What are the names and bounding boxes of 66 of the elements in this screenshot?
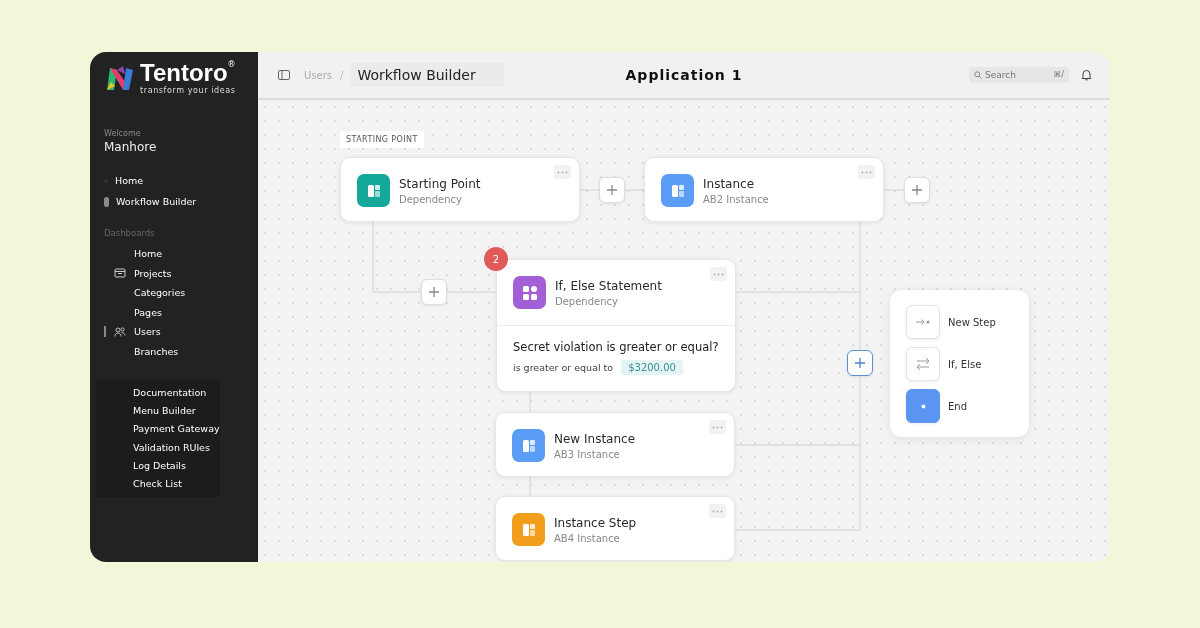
node-title: Instance xyxy=(703,176,756,191)
count-badge: 2 xyxy=(484,247,508,271)
step-node-card[interactable]: New Instance AB3 Instance xyxy=(495,412,735,477)
node-title: Instance Step xyxy=(554,515,637,530)
step-node-card[interactable]: Starting Point Dependency xyxy=(340,157,580,222)
user-name: Manhore xyxy=(104,140,158,154)
menu-link[interactable]: Log Details xyxy=(133,456,220,475)
start-label: STARTING POINT xyxy=(340,131,424,148)
node-title: If, Else Statement xyxy=(555,278,662,293)
menu-link[interactable]: Menu Builder xyxy=(133,401,220,420)
node-subtitle: AB2 Instance xyxy=(703,193,769,205)
menu-link[interactable]: Validation RUles xyxy=(133,437,220,457)
node-subtitle: AB4 Instance xyxy=(554,532,621,544)
dashboard-item[interactable]: Pages xyxy=(130,306,166,318)
plus-icon xyxy=(911,184,923,196)
more-menu-button[interactable] xyxy=(710,267,727,281)
node-title: Starting Point xyxy=(399,176,481,191)
plus-icon xyxy=(428,286,440,298)
dashboard-item[interactable]: Branches xyxy=(130,345,183,357)
swap-arrows-icon xyxy=(915,357,931,371)
node-subtitle: Dependency xyxy=(555,295,619,307)
step-node-card[interactable]: Instance AB2 Instance xyxy=(644,157,884,222)
dashboard-item[interactable]: Projects xyxy=(130,267,176,279)
dashboard-item[interactable]: Users xyxy=(130,326,165,338)
plus-icon xyxy=(854,357,866,369)
menu-link[interactable]: Payment Gateway xyxy=(133,419,220,438)
condition-operator: is greater or equal to xyxy=(513,362,614,373)
inbox-icon xyxy=(114,267,126,280)
nav-item[interactable]: Workflow Builder xyxy=(116,196,197,207)
search-icon xyxy=(974,71,982,79)
shortcut-hint: ⌘/ xyxy=(1053,70,1064,79)
more-menu-button[interactable] xyxy=(709,504,726,518)
node-title: New Instance xyxy=(554,431,636,446)
step-option-button[interactable] xyxy=(906,389,940,423)
menu-link[interactable]: Documentation xyxy=(133,383,220,402)
step-node-card[interactable]: Instance Step AB4 Instance xyxy=(495,496,735,561)
nav-item[interactable]: Home xyxy=(115,175,144,186)
condition-question: Secret violation is greater or equal? xyxy=(513,340,719,354)
plus-icon xyxy=(606,184,618,196)
connector-line xyxy=(372,221,422,293)
sidebar-toggle-icon[interactable] xyxy=(278,70,290,80)
option-label: If, Else xyxy=(948,358,982,370)
option-label: End xyxy=(948,400,967,412)
menu-link[interactable]: Check List xyxy=(133,474,220,493)
add-step-button[interactable] xyxy=(847,350,873,376)
node-subtitle: AB3 Instance xyxy=(554,448,621,460)
page-title: Workflow Builder xyxy=(351,63,504,87)
arrow-dot-icon xyxy=(915,318,931,326)
registered-mark: ® xyxy=(227,60,236,69)
welcome-label: Welcome xyxy=(104,129,142,138)
users-icon xyxy=(114,325,126,338)
brand-tagline: transform your ideas xyxy=(140,86,236,95)
breadcrumb-separator: / xyxy=(340,69,344,81)
dashboard-item[interactable]: Home xyxy=(130,248,167,260)
app-title: Application 1 xyxy=(625,67,743,83)
node-subtitle: Dependency xyxy=(399,193,463,205)
more-menu-button[interactable] xyxy=(709,420,726,434)
option-label: New Step xyxy=(948,316,996,328)
section-title: Dashboards xyxy=(104,228,156,238)
bell-icon[interactable] xyxy=(1081,69,1092,81)
more-menu-button[interactable] xyxy=(858,165,875,179)
dot-icon xyxy=(920,403,926,409)
condition-value: $3200.00 xyxy=(621,360,683,375)
dashboard-item[interactable]: Categories xyxy=(130,287,190,299)
more-menu-button[interactable] xyxy=(554,165,571,179)
brand-name: Tentoro xyxy=(140,60,228,86)
